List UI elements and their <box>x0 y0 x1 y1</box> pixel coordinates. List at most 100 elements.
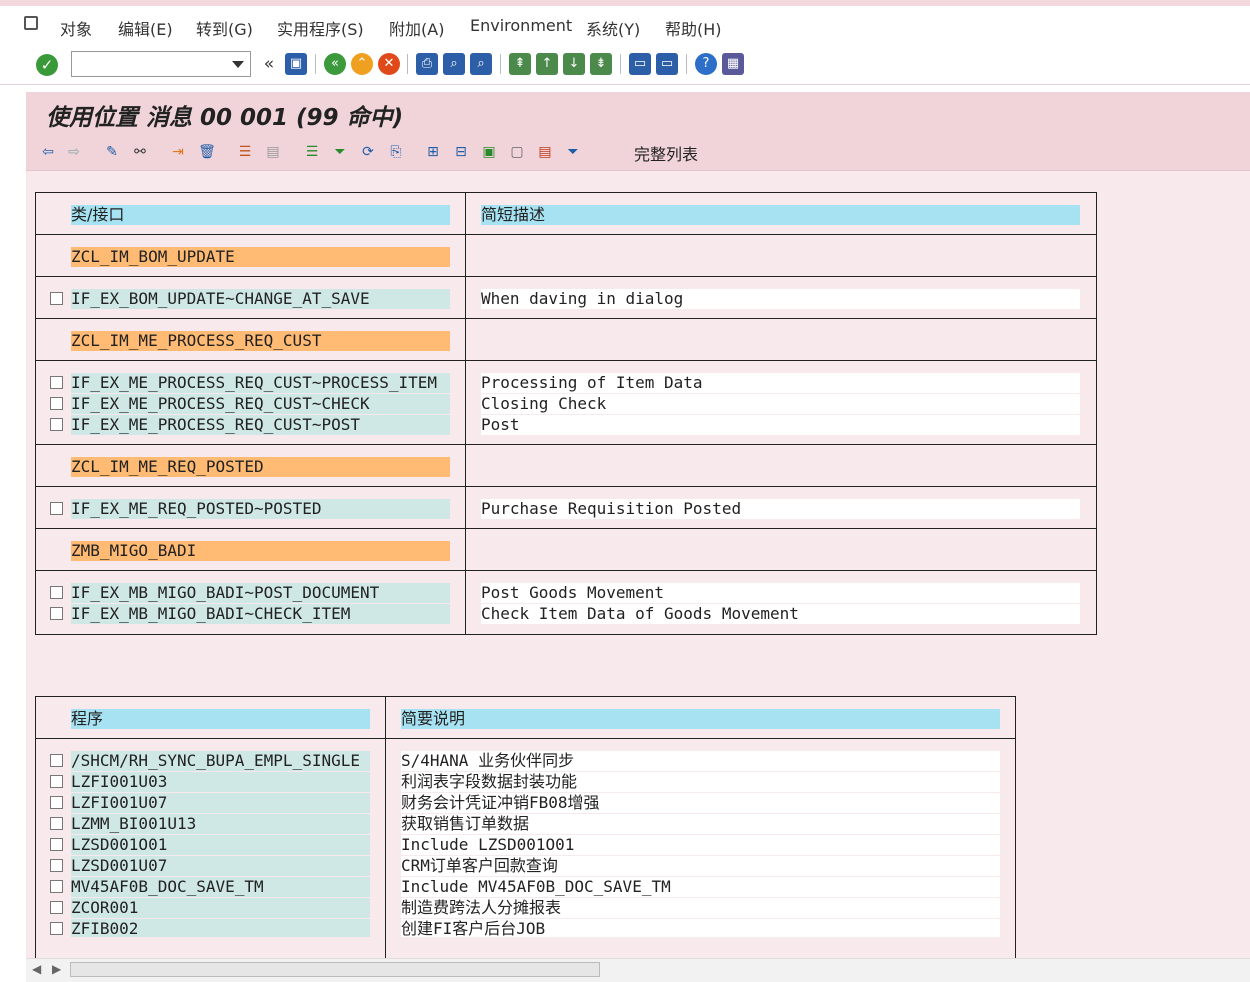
checkbox[interactable] <box>50 817 63 830</box>
program-name[interactable]: LZFI001U07 <box>71 793 370 813</box>
pencil-icon[interactable]: ✎ <box>102 142 122 162</box>
checkbox[interactable] <box>50 880 63 893</box>
sort-ascending-icon[interactable]: ☰ <box>302 142 322 162</box>
program-name[interactable]: LZSD001O01 <box>71 835 370 855</box>
back-icon[interactable]: « <box>324 53 346 75</box>
program-name[interactable]: LZMM_BI001U13 <box>71 814 370 834</box>
program-name[interactable]: /SHCM/RH_SYNC_BUPA_EMPL_SINGLE <box>71 751 370 771</box>
class-name[interactable]: ZCL_IM_BOM_UPDATE <box>71 247 450 267</box>
previous-page-icon[interactable]: ↑ <box>536 53 558 75</box>
checkbox[interactable] <box>50 754 63 767</box>
last-page-icon[interactable]: ⇟ <box>590 53 612 75</box>
system-menu-icon[interactable] <box>24 16 38 30</box>
method-name[interactable]: IF_EX_ME_PROCESS_REQ_CUST~POST <box>71 415 450 435</box>
menu-goto[interactable]: 转到(G) <box>196 16 253 40</box>
deselect-all-icon[interactable]: ▤ <box>535 142 555 162</box>
method-name[interactable]: IF_EX_MB_MIGO_BADI~POST_DOCUMENT <box>71 583 450 603</box>
collapse-icon[interactable]: ⊟ <box>451 142 471 162</box>
row-divider <box>36 528 1096 529</box>
checkbox[interactable] <box>50 376 63 389</box>
title-bar: 使用位置 消息 00 001 (99 命中) <box>26 92 1250 132</box>
menu-help[interactable]: 帮助(H) <box>665 16 722 40</box>
find-icon[interactable]: ⌕ <box>443 53 465 75</box>
horizontal-scrollbar[interactable]: ◀ ▶ <box>26 958 1250 982</box>
checkbox[interactable] <box>50 922 63 935</box>
checkbox[interactable] <box>50 586 63 599</box>
menu-object[interactable]: 对象 <box>60 16 92 40</box>
program-name[interactable]: ZCOR001 <box>71 898 370 918</box>
row-divider <box>36 738 1015 739</box>
class-name[interactable]: ZCL_IM_ME_REQ_POSTED <box>71 457 450 477</box>
checkbox[interactable] <box>50 418 63 431</box>
save-icon[interactable]: ▣ <box>285 53 307 75</box>
cancel-icon[interactable]: ✕ <box>378 53 400 75</box>
scroll-left-icon[interactable]: ◀ <box>32 962 41 976</box>
generate-shortcut-icon[interactable]: ▭ <box>656 53 678 75</box>
filter-icon[interactable]: ⏷ <box>330 142 350 162</box>
menu-system[interactable]: 系统(Y) <box>586 16 640 40</box>
program-name[interactable]: MV45AF0B_DOC_SAVE_TM <box>71 877 370 897</box>
expand-icon[interactable]: ⊞ <box>423 142 443 162</box>
checkbox[interactable] <box>50 838 63 851</box>
find-next-icon[interactable]: ⌕ <box>470 53 492 75</box>
where-used-icon[interactable]: ⇥ <box>168 142 188 162</box>
page-title: 使用位置 消息 00 001 (99 命中) <box>46 105 404 131</box>
select-block-icon[interactable]: ▣ <box>479 142 499 162</box>
method-name[interactable]: IF_EX_ME_REQ_POSTED~POSTED <box>71 499 450 519</box>
sort-icon[interactable]: ☰ <box>235 142 255 162</box>
program-name[interactable]: ZFIB002 <box>71 919 370 937</box>
checkbox[interactable] <box>50 796 63 809</box>
trash-icon[interactable]: 🗑 <box>197 142 217 162</box>
checkbox[interactable] <box>50 775 63 788</box>
checkbox[interactable] <box>50 502 63 515</box>
checkbox[interactable] <box>50 901 63 914</box>
next-page-icon[interactable]: ↓ <box>563 53 585 75</box>
column-header-description[interactable]: 简短描述 <box>481 205 1080 225</box>
column-divider <box>465 193 466 634</box>
help-icon[interactable]: ? <box>695 53 717 75</box>
exit-icon[interactable]: ⌃ <box>351 53 373 75</box>
method-name[interactable]: IF_EX_MB_MIGO_BADI~CHECK_ITEM <box>71 604 450 624</box>
menu-edit[interactable]: 编辑(E) <box>118 16 173 40</box>
funnel-icon[interactable]: ⏷ <box>563 142 583 162</box>
menu-extras[interactable]: 附加(A) <box>389 16 444 40</box>
program-description: 制造费跨法人分摊报表 <box>401 898 1000 918</box>
refresh-icon[interactable]: ⟳ <box>358 142 378 162</box>
scroll-right-icon[interactable]: ▶ <box>52 962 61 976</box>
checkbox[interactable] <box>50 292 63 305</box>
menu-utilities[interactable]: 实用程序(S) <box>277 16 364 40</box>
collapse-icon[interactable]: « <box>258 53 280 75</box>
column-header-program[interactable]: 程序 <box>71 709 370 729</box>
scrollbar-thumb[interactable] <box>70 962 600 977</box>
first-page-icon[interactable]: ⇞ <box>509 53 531 75</box>
command-field[interactable] <box>71 51 251 77</box>
layout-menu-icon[interactable]: ▦ <box>722 53 744 75</box>
program-name[interactable]: LZSD001U07 <box>71 856 370 876</box>
chevron-down-icon[interactable] <box>232 61 244 68</box>
arrow-right-icon[interactable]: ⇨ <box>64 142 84 162</box>
class-name[interactable]: ZCL_IM_ME_PROCESS_REQ_CUST <box>71 331 450 351</box>
create-session-icon[interactable]: ▭ <box>629 53 651 75</box>
method-name[interactable]: IF_EX_ME_PROCESS_REQ_CUST~CHECK <box>71 394 450 414</box>
print-icon[interactable]: ⎙ <box>416 53 438 75</box>
enter-check-icon[interactable]: ✓ <box>36 54 58 76</box>
export-icon[interactable]: ⎘ <box>386 142 406 162</box>
program-name[interactable]: LZFI001U03 <box>71 772 370 792</box>
menu-environment[interactable]: Environment <box>470 16 572 35</box>
method-description: Processing of Item Data <box>481 373 1080 393</box>
class-name[interactable]: ZMB_MIGO_BADI <box>71 541 450 561</box>
method-name[interactable]: IF_EX_BOM_UPDATE~CHANGE_AT_SAVE <box>71 289 450 309</box>
column-header-short-text[interactable]: 简要说明 <box>401 709 1000 729</box>
method-name[interactable]: IF_EX_ME_PROCESS_REQ_CUST~PROCESS_ITEM <box>71 373 450 393</box>
checkbox[interactable] <box>50 607 63 620</box>
select-all-icon[interactable]: ▢ <box>507 142 527 162</box>
row-divider <box>36 318 1096 319</box>
separator <box>686 54 687 74</box>
full-list-button[interactable]: 完整列表 <box>634 141 698 165</box>
column-header-class[interactable]: 类/接口 <box>71 205 450 225</box>
display-change-icon[interactable]: ⚯ <box>130 142 150 162</box>
table-icon[interactable]: ▤ <box>263 142 283 162</box>
arrow-left-icon[interactable]: ⇦ <box>38 142 58 162</box>
checkbox[interactable] <box>50 397 63 410</box>
checkbox[interactable] <box>50 859 63 872</box>
